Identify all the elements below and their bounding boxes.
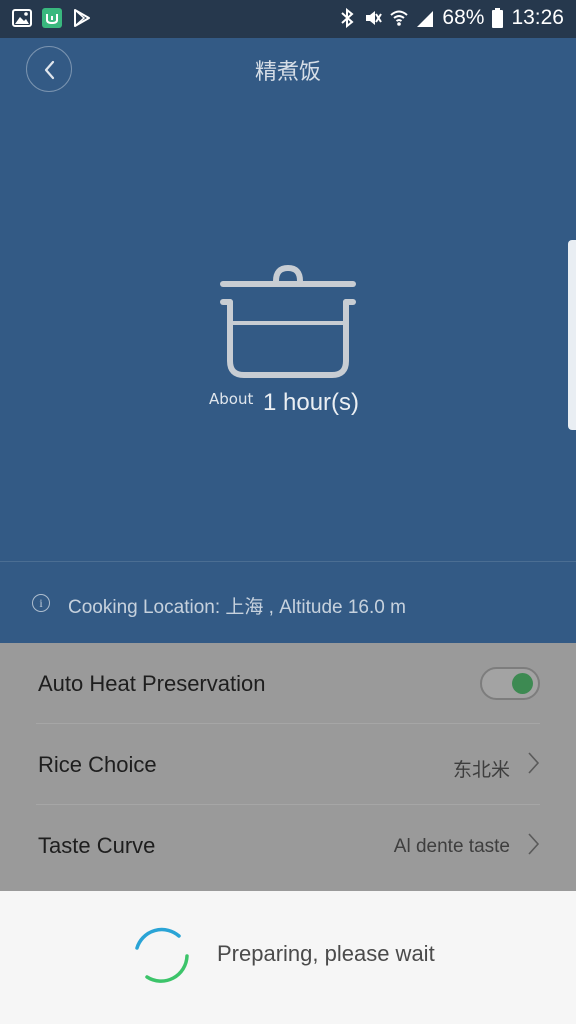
rice-choice-row[interactable]: Rice Choice 东北米 [36,724,540,805]
cooking-location-bar: i Cooking Location: 上海 , Altitude 16.0 m [0,561,576,643]
wifi-icon [390,10,409,26]
taste-curve-value: Al dente taste [393,836,510,857]
info-icon: i [32,594,50,612]
taste-curve-label: Taste Curve [38,833,156,858]
notification-icons [12,8,92,28]
toggle-knob [512,673,533,694]
pot-icon [220,265,356,378]
system-status: 68% 13:26 [338,6,564,30]
loading-spinner-icon [135,927,189,983]
clock: 13:26 [511,6,564,29]
taste-curve-row[interactable]: Taste Curve Al dente taste [36,805,540,886]
mute-icon [366,11,383,25]
bluetooth-icon [341,8,354,28]
about-label: About [209,390,254,408]
rice-choice-value: 东北米 [452,760,510,781]
status-bar: 68% 13:26 [0,0,576,38]
signal-icon [417,11,434,27]
loading-message: Preparing, please wait [217,941,435,966]
rice-choice-label: Rice Choice [38,752,157,777]
cooking-hero: 精煮饭 About 1 hour(s) i Cooking Location: … [0,38,576,643]
auto-heat-label: Auto Heat Preservation [38,671,266,696]
battery-icon [492,8,504,28]
mi-home-icon [42,8,62,28]
chevron-right-icon [528,752,540,774]
chevron-right-icon [528,833,540,855]
battery-percent: 68% [442,6,485,29]
loading-sheet: Preparing, please wait [0,891,576,1024]
play-store-icon [74,9,90,27]
page-title: 精煮饭 [254,60,321,85]
cooking-duration: 1 hour(s) [263,389,360,416]
cooking-location-text: Cooking Location: 上海 , Altitude 16.0 m [68,597,406,618]
auto-heat-row[interactable]: Auto Heat Preservation [36,643,540,724]
auto-heat-toggle[interactable] [480,667,540,700]
gallery-icon [12,9,32,27]
settings-list: Auto Heat Preservation Rice Choice 东北米 T… [0,643,576,891]
side-drawer-handle[interactable] [568,240,576,430]
